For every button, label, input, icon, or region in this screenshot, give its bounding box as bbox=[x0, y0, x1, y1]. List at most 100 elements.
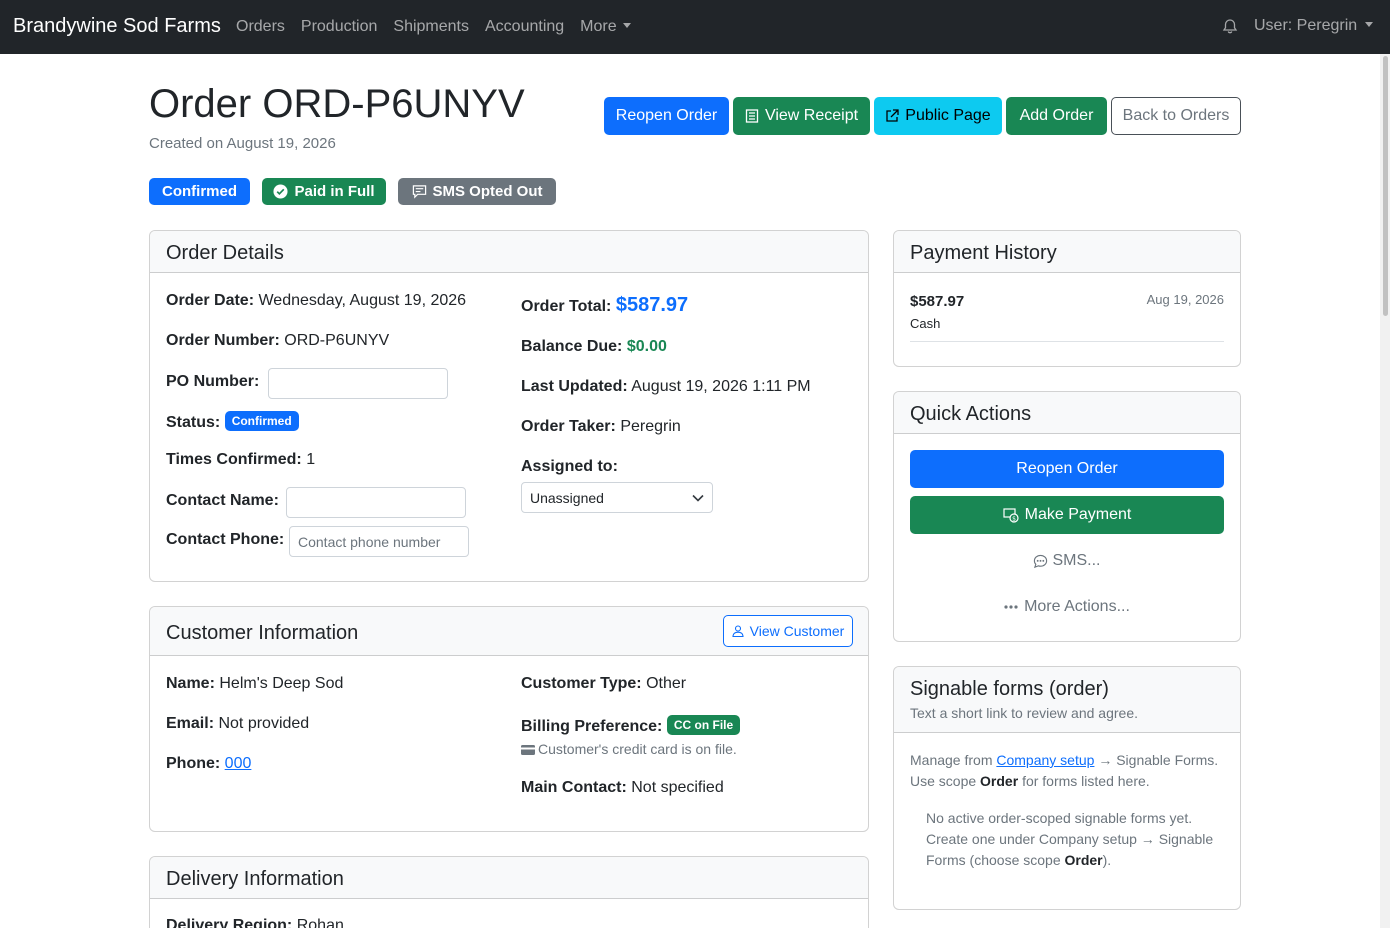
nav-link-shipments[interactable]: Shipments bbox=[393, 18, 469, 36]
public-page-button[interactable]: Public Page bbox=[874, 97, 1002, 135]
user-menu[interactable]: User: Peregrin bbox=[1254, 17, 1374, 35]
nav-link-accounting[interactable]: Accounting bbox=[485, 18, 564, 36]
make-payment-button[interactable]: $ Make Payment bbox=[910, 496, 1224, 534]
card-title: Order Details bbox=[166, 242, 284, 264]
times-confirmed-label: Times Confirmed: bbox=[166, 451, 302, 468]
chevron-down-icon bbox=[692, 494, 704, 502]
customer-type-value: Other bbox=[646, 675, 687, 692]
assigned-to-label: Assigned to: bbox=[521, 458, 618, 475]
quick-reopen-order-button[interactable]: Reopen Order bbox=[910, 450, 1224, 488]
main-contact-label: Main Contact: bbox=[521, 779, 627, 796]
divider bbox=[910, 341, 1224, 342]
card-title: Payment History bbox=[910, 242, 1057, 264]
billing-note-text: Customer's credit card is on file. bbox=[538, 741, 737, 757]
customer-email-label: Email: bbox=[166, 715, 215, 732]
main-contact-row: Main Contact: Not specified bbox=[521, 779, 724, 797]
order-taker-label: Order Taker: bbox=[521, 418, 616, 435]
order-date-row: Order Date: Wednesday, August 19, 2026 bbox=[166, 292, 466, 310]
nav-link-production[interactable]: Production bbox=[301, 18, 378, 36]
sms-badge-label: SMS Opted Out bbox=[432, 183, 543, 200]
order-details-card: Order Details Order Date: Wednesday, Aug… bbox=[149, 230, 869, 582]
customer-email-row: Email: Not provided bbox=[166, 715, 309, 733]
company-setup-link[interactable]: Company setup bbox=[996, 752, 1094, 768]
back-to-orders-button[interactable]: Back to Orders bbox=[1111, 97, 1241, 135]
empty-line-1: No active order-scoped signable forms ye… bbox=[926, 810, 1193, 826]
customer-email-value: Not provided bbox=[218, 715, 310, 732]
view-customer-label: View Customer bbox=[749, 623, 845, 639]
balance-due-row: Balance Due: $0.00 bbox=[521, 338, 667, 356]
make-payment-label: Make Payment bbox=[1024, 506, 1132, 523]
billing-note: Customer's credit card is on file. bbox=[521, 741, 737, 757]
order-total-label: Order Total: bbox=[521, 298, 612, 315]
billing-preference-row: Billing Preference: CC on File bbox=[521, 715, 741, 736]
card-header: Delivery Information bbox=[150, 857, 868, 899]
signable-forms-card: Signable forms (order) Text a short link… bbox=[893, 666, 1241, 910]
customer-phone-link[interactable]: 000 bbox=[225, 755, 252, 772]
add-order-button[interactable]: Add Order bbox=[1006, 97, 1107, 135]
order-number-row: Order Number: ORD-P6UNYV bbox=[166, 332, 389, 350]
assigned-to-value: Unassigned bbox=[530, 489, 604, 506]
last-updated-value: August 19, 2026 1:11 PM bbox=[631, 378, 811, 395]
created-date: Created on August 19, 2026 bbox=[149, 135, 336, 152]
view-customer-button[interactable]: View Customer bbox=[723, 615, 853, 647]
status-badge: Confirmed bbox=[224, 411, 299, 431]
customer-type-row: Customer Type: Other bbox=[521, 675, 686, 693]
payment-history-card: Payment History $587.97 Aug 19, 2026 Cas… bbox=[893, 230, 1241, 367]
customer-type-label: Customer Type: bbox=[521, 675, 642, 692]
card-title: Customer Information bbox=[166, 622, 359, 644]
times-confirmed-value: 1 bbox=[306, 451, 316, 468]
quick-actions-card: Quick Actions Reopen Order $ Make Payment… bbox=[893, 391, 1241, 642]
contact-phone-label: Contact Phone: bbox=[166, 531, 285, 548]
empty-line-3: Forms (choose scope Order). bbox=[926, 852, 1112, 868]
order-number-label: Order Number: bbox=[166, 332, 280, 349]
assigned-to-select[interactable]: Unassigned bbox=[521, 482, 713, 513]
three-dots-icon bbox=[1004, 605, 1018, 609]
sms-button[interactable]: SMS... bbox=[910, 542, 1224, 580]
status-row: Status: Confirmed bbox=[166, 411, 299, 432]
card-header: Quick Actions bbox=[894, 392, 1240, 434]
order-number-value: ORD-P6UNYV bbox=[284, 332, 390, 349]
view-receipt-label: View Receipt bbox=[764, 107, 859, 124]
add-order-label: Add Order bbox=[1019, 107, 1094, 124]
payment-amount: $587.97 bbox=[910, 293, 965, 310]
last-updated-label: Last Updated: bbox=[521, 378, 628, 395]
delivery-region-value: Rohan bbox=[296, 917, 344, 928]
scope-text: Use scope Order for forms listed here. bbox=[910, 773, 1150, 789]
bell-icon[interactable] bbox=[1222, 18, 1238, 35]
scrollbar-thumb[interactable] bbox=[1383, 56, 1388, 316]
reopen-order-button[interactable]: Reopen Order bbox=[604, 97, 729, 135]
delivery-region-label: Delivery Region: bbox=[166, 917, 293, 928]
manage-text: Manage from Company setup → Signable For… bbox=[910, 752, 1219, 768]
confirmed-badge-label: Confirmed bbox=[162, 183, 237, 200]
sms-button-label: SMS... bbox=[1052, 552, 1101, 569]
delivery-region-row: Delivery Region: Rohan bbox=[166, 917, 344, 928]
chat-dots-icon bbox=[1034, 554, 1048, 568]
nav-links: Orders Production Shipments Accounting M… bbox=[236, 0, 647, 54]
nav-dropdown-more[interactable]: More bbox=[580, 18, 631, 36]
nav-link-orders[interactable]: Orders bbox=[236, 18, 285, 36]
brand-link[interactable]: Brandywine Sod Farms bbox=[13, 15, 221, 38]
card-header: Signable forms (order) Text a short link… bbox=[894, 667, 1240, 733]
card-header: Order Details bbox=[150, 231, 868, 273]
contact-phone-input[interactable]: Contact phone number bbox=[289, 526, 469, 557]
payment-date: Aug 19, 2026 bbox=[1146, 292, 1224, 307]
order-date-label: Order Date: bbox=[166, 292, 255, 309]
user-menu-label: User: Peregrin bbox=[1254, 17, 1358, 34]
customer-name-label: Name: bbox=[166, 675, 215, 692]
contact-name-input[interactable] bbox=[286, 487, 466, 518]
order-total-row: Order Total: $587.97 bbox=[521, 294, 688, 317]
billing-preference-label: Billing Preference: bbox=[521, 718, 663, 735]
more-actions-button[interactable]: More Actions... bbox=[910, 588, 1224, 626]
receipt-icon bbox=[745, 109, 759, 123]
back-to-orders-label: Back to Orders bbox=[1122, 107, 1230, 124]
quick-reopen-label: Reopen Order bbox=[1016, 460, 1118, 477]
signable-subtitle: Text a short link to review and agree. bbox=[910, 705, 1139, 721]
po-number-input[interactable] bbox=[268, 368, 448, 399]
more-actions-label: More Actions... bbox=[1024, 598, 1130, 615]
order-date-value: Wednesday, August 19, 2026 bbox=[258, 292, 467, 309]
cc-on-file-badge: CC on File bbox=[666, 715, 741, 735]
order-total-value: $587.97 bbox=[615, 294, 689, 316]
view-receipt-button[interactable]: View Receipt bbox=[733, 97, 870, 135]
sms-opted-out-badge: SMS Opted Out bbox=[398, 178, 556, 205]
card-header: Payment History bbox=[894, 231, 1240, 273]
